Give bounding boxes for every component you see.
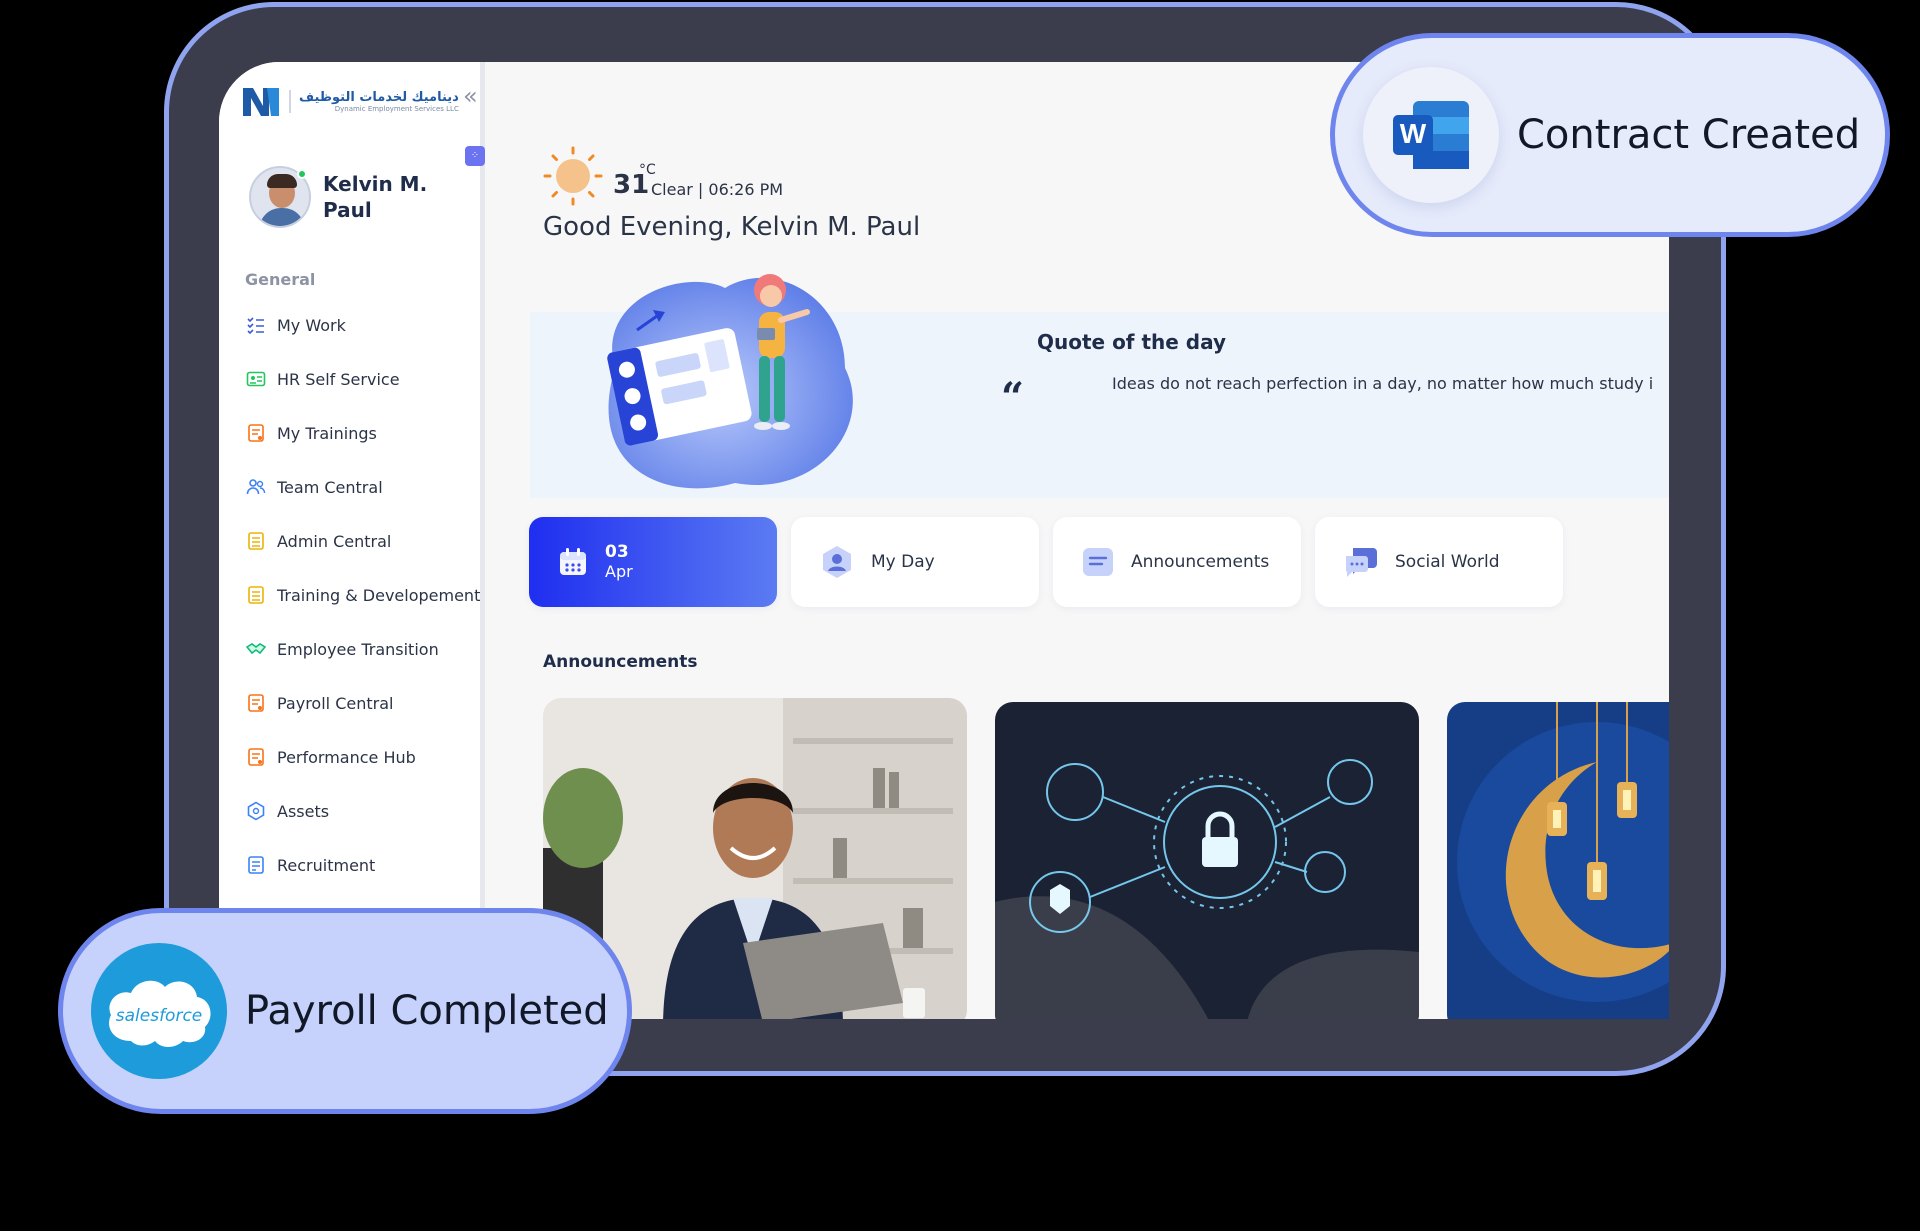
apps-badge-icon[interactable]: ⁘ xyxy=(465,146,485,166)
sidebar-item-performance-hub[interactable]: Performance Hub xyxy=(245,730,485,784)
sidebar-item-label: Performance Hub xyxy=(277,747,416,767)
sidebar-item-label: Recruitment xyxy=(277,855,376,875)
person-hexagon-icon xyxy=(823,546,851,578)
sidebar-item-label: Training & Developement xyxy=(277,585,481,605)
logo-text: ديناميك لخدمات التوظيف Dynamic Employmen… xyxy=(289,89,459,113)
announcement-icon xyxy=(1083,548,1113,576)
user-profile[interactable]: Kelvin M. Paul xyxy=(249,166,453,228)
sidebar-item-label: Employee Transition xyxy=(277,639,439,659)
sidebar-item-admin-central[interactable]: Admin Central xyxy=(245,514,485,568)
quote-title: Quote of the day xyxy=(1037,330,1227,354)
grid-icon xyxy=(245,530,267,552)
notification-text: Payroll Completed xyxy=(245,988,609,1034)
date-tile[interactable]: 03 Apr xyxy=(529,517,777,607)
online-status-icon xyxy=(297,169,307,179)
notification-text: Contract Created xyxy=(1517,112,1861,158)
temperature-unit: °C xyxy=(639,162,656,178)
grid-icon xyxy=(245,584,267,606)
sidebar-nav: My Work HR Self Service My Trainings Tea… xyxy=(245,298,485,892)
logo-arabic: ديناميك لخدمات التوظيف xyxy=(299,89,459,105)
announcements-heading: Announcements xyxy=(543,652,698,672)
date-display: 03 Apr xyxy=(605,542,633,582)
sidebar-item-team-central[interactable]: Team Central xyxy=(245,460,485,514)
salesforce-icon-wrapper: salesforce xyxy=(91,943,227,1079)
calendar-icon xyxy=(560,548,586,575)
my-day-tile[interactable]: My Day xyxy=(791,517,1039,607)
checklist-icon xyxy=(245,314,267,336)
sidebar-item-my-trainings[interactable]: My Trainings xyxy=(245,406,485,460)
social-world-tile[interactable]: Social World xyxy=(1315,517,1563,607)
chat-bubble-icon xyxy=(1345,548,1377,577)
payroll-completed-notification[interactable]: salesforce Payroll Completed xyxy=(58,908,632,1114)
illustration-image xyxy=(607,274,853,489)
sidebar-item-my-work[interactable]: My Work xyxy=(245,298,485,352)
tile-label: Announcements xyxy=(1131,552,1270,572)
sidebar-item-label: Payroll Central xyxy=(277,693,394,713)
tile-label: Social World xyxy=(1395,552,1500,572)
document-icon xyxy=(245,692,267,714)
logo-mark-icon xyxy=(243,88,279,116)
document-icon xyxy=(245,422,267,444)
sidebar-item-assets[interactable]: Assets xyxy=(245,784,485,838)
ramadan-crescent-image xyxy=(1447,702,1669,1019)
id-card-icon xyxy=(245,368,267,390)
quote-text: Ideas do not reach perfection in a day, … xyxy=(1112,374,1654,393)
document-icon xyxy=(245,854,267,876)
sidebar-item-employee-transition[interactable]: Employee Transition xyxy=(245,622,485,676)
tile-label: My Day xyxy=(871,552,935,572)
handshake-icon xyxy=(245,638,267,660)
sidebar-item-label: My Work xyxy=(277,315,346,335)
date-day: 03 xyxy=(605,542,629,562)
date-month: Apr xyxy=(605,562,633,581)
sidebar-item-recruitment[interactable]: Recruitment xyxy=(245,838,485,892)
hexagon-icon xyxy=(245,800,267,822)
company-logo[interactable]: ديناميك لخدمات التوظيف Dynamic Employmen… xyxy=(241,84,459,118)
weather-status: Clear | 06:26 PM xyxy=(651,180,784,199)
microsoft-word-icon: W xyxy=(1393,101,1469,169)
sidebar-item-label: HR Self Service xyxy=(277,369,400,389)
sidebar: ديناميك لخدمات التوظيف Dynamic Employmen… xyxy=(219,62,485,1019)
stage: ديناميك لخدمات التوظيف Dynamic Employmen… xyxy=(0,0,1920,1231)
sidebar-item-label: Admin Central xyxy=(277,531,392,551)
user-name: Kelvin M. Paul xyxy=(323,172,428,222)
document-icon xyxy=(245,746,267,768)
greeting-text: Good Evening, Kelvin M. Paul xyxy=(543,212,921,242)
salesforce-cloud-icon: salesforce xyxy=(109,980,211,1047)
sidebar-item-payroll-central[interactable]: Payroll Central xyxy=(245,676,485,730)
sidebar-item-label: Team Central xyxy=(277,477,383,497)
sun-icon xyxy=(543,146,603,206)
contract-created-notification[interactable]: W Contract Created xyxy=(1330,33,1890,237)
sidebar-item-label: My Trainings xyxy=(277,423,377,443)
quote-mark-icon: “ xyxy=(1001,374,1025,421)
sidebar-item-label: Assets xyxy=(277,801,330,821)
salesforce-wordmark: salesforce xyxy=(116,1006,203,1026)
cybersecurity-image xyxy=(995,702,1419,1019)
users-icon xyxy=(245,476,267,498)
announcements-tile[interactable]: Announcements xyxy=(1053,517,1301,607)
word-app-icon-wrapper: W xyxy=(1363,67,1499,203)
collapse-sidebar-icon[interactable]: « xyxy=(463,82,478,110)
announcement-card[interactable] xyxy=(995,702,1419,1019)
logo-english: Dynamic Employment Services LLC xyxy=(334,104,459,113)
announcement-card[interactable] xyxy=(1447,702,1669,1019)
word-letter: W xyxy=(1400,118,1427,149)
sidebar-item-hr-self-service[interactable]: HR Self Service xyxy=(245,352,485,406)
sidebar-item-training-development[interactable]: Training & Developement xyxy=(245,568,485,622)
section-label-general: General xyxy=(245,270,316,289)
